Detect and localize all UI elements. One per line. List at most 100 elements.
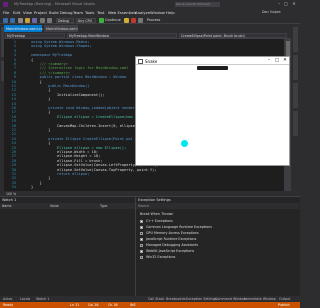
configuration-dropdown[interactable]: Debug [56,17,74,23]
open-file-icon[interactable] [25,17,30,23]
menu-debug[interactable]: Debug [60,10,73,15]
code-line[interactable]: InitializeComponent(); [31,93,105,97]
back-icon[interactable] [3,17,8,23]
tab-call-stack[interactable]: Call Stack [148,297,164,301]
exception-checkbox[interactable] [140,219,143,223]
code-line[interactable]: { [31,110,50,114]
code-line[interactable]: private void Window_Loaded(object sender [31,106,135,110]
tab-watch-1[interactable]: Watch 1 [36,297,49,301]
code-line[interactable]: private Ellipse CreateEllipse(Point poi [31,137,132,141]
project-dropdown[interactable]: MyTreeApp [5,33,65,38]
tab-breakpoints[interactable]: Breakpoints [166,297,186,301]
code-line[interactable]: ellipse.Fill = brush; [31,159,102,163]
exception-checkbox[interactable] [140,255,143,259]
watch-col-type[interactable]: Type [100,204,107,208]
code-line[interactable]: CanvasMap.Children.Insert(0, ellipse [31,124,135,128]
user-name[interactable]: Dan Vulpes [262,10,281,14]
stop-icon[interactable] [131,17,136,23]
maximize-icon[interactable]: □ [283,1,289,7]
code-line[interactable]: Ellipse ellipse = new Ellipse(); [31,146,126,150]
code-line[interactable]: return ellipse; [31,172,89,176]
status-text: Ready [3,303,14,307]
code-line[interactable]: { [31,58,33,62]
code-line[interactable]: using System.Windows.Shapes; [31,44,92,48]
diagnostic-tools-tab[interactable] [293,27,298,52]
pause-icon[interactable] [124,17,129,23]
code-line[interactable]: } [31,97,50,101]
code-line[interactable]: } [31,181,42,185]
tab-immediate-window[interactable]: Immediate Window [244,297,276,301]
code-line[interactable]: { [31,88,50,92]
code-line[interactable]: using System.Windows.Media; [31,40,89,44]
code-line[interactable]: /// <summary> [31,62,68,66]
new-project-icon[interactable] [18,17,23,23]
tab-exception-settings[interactable]: Exception Settings [186,297,217,301]
code-line[interactable]: namespace MyTreeApp [31,53,72,57]
code-line[interactable]: { [31,80,42,84]
watch-col-value[interactable]: Value [50,204,59,208]
watch-col-name[interactable]: Name [2,204,11,208]
code-line[interactable]: Ellipse ellipse = CreateEllipse(new [31,115,133,119]
properties-tab[interactable] [293,111,298,136]
undo-icon[interactable] [40,17,45,23]
menu-test[interactable]: Test [97,10,104,15]
tab-autos[interactable]: Autos [3,297,12,301]
tab-command-window[interactable]: Command Window [215,297,246,301]
menu-window[interactable]: Window [150,10,165,15]
app-close-icon[interactable]: ✕ [281,57,289,65]
class-dropdown[interactable]: MyTreeApp.MainWindow [67,33,177,38]
code-line[interactable]: { [31,141,50,145]
continue-button[interactable]: Continue [105,18,121,22]
code-line[interactable]: ellipse.SetValue(Canvas.TopProperty, poi… [31,168,157,172]
quick-launch-input[interactable]: Quick Launch (Ctrl+Q) [175,1,220,7]
save-icon[interactable] [32,17,37,23]
code-line[interactable]: } [31,185,33,189]
exception-checkbox[interactable] [140,225,143,229]
close-icon[interactable]: ✕ [291,1,297,7]
code-line[interactable]: } [31,176,50,180]
menu-view[interactable]: View [23,10,32,15]
app-minimize-icon[interactable]: – [265,57,273,65]
app-maximize-icon[interactable]: □ [273,57,281,65]
redo-icon[interactable] [47,17,52,23]
code-line[interactable]: /// </summary> [31,71,70,75]
member-dropdown[interactable]: CreateEllipse(Point point, Brush brush) [179,33,287,38]
line-number: 5 [13,57,16,62]
menu-analyze[interactable]: Analyze [135,10,150,15]
tab-mainwindow-xaml-cs[interactable]: MainWindow.xaml.cs [4,25,42,32]
code-line[interactable]: public partial class MainWindow : Window [31,75,127,79]
menu-file[interactable]: File [3,10,9,15]
minimize-icon[interactable]: – [276,1,282,7]
code-line[interactable]: public MainWindow() [31,84,89,88]
code-line[interactable]: /// Interaction logic for MainWindow.xam… [31,66,129,70]
menu-team[interactable]: Team [73,10,83,15]
tab-output[interactable]: Output [279,297,290,301]
exception-checkbox[interactable] [140,237,143,241]
status-line: Ln 31 [70,303,80,307]
code-line[interactable]: ellipse.Width = 10; [31,150,98,154]
code-line[interactable]: } [31,128,50,132]
publish-button[interactable]: Publish [278,303,290,307]
restart-icon[interactable] [138,17,143,23]
team-explorer-tab[interactable] [293,83,298,108]
xaml-debug-toolbar[interactable] [197,66,228,70]
menu-project[interactable]: Project [34,10,47,15]
exception-search-input[interactable]: Search [138,204,149,208]
forward-icon[interactable] [10,17,15,23]
solution-explorer-tab[interactable] [293,55,298,80]
exception-checkbox[interactable] [140,231,143,235]
continue-play-icon[interactable] [99,17,104,23]
menu-web-essentials[interactable]: Web Essentials [108,10,137,15]
zoom-level[interactable]: 100 % [6,192,16,196]
menu-help[interactable]: Help [166,10,175,15]
platform-dropdown[interactable]: Any CPU [76,17,96,23]
menu-build[interactable]: Build [49,10,59,15]
exception-checkbox[interactable] [140,249,143,253]
exception-checkbox[interactable] [140,243,143,247]
snake-app-window[interactable]: Snake – □ ✕ [135,56,290,166]
menu-edit[interactable]: Edit [13,10,20,15]
tab-mainwindow-xaml[interactable]: MainWindow.xaml [44,25,78,32]
code-line[interactable]: ellipse.Height = 10; [31,154,100,158]
menu-tools[interactable]: Tools [85,10,94,15]
tab-locals[interactable]: Locals [20,297,30,301]
